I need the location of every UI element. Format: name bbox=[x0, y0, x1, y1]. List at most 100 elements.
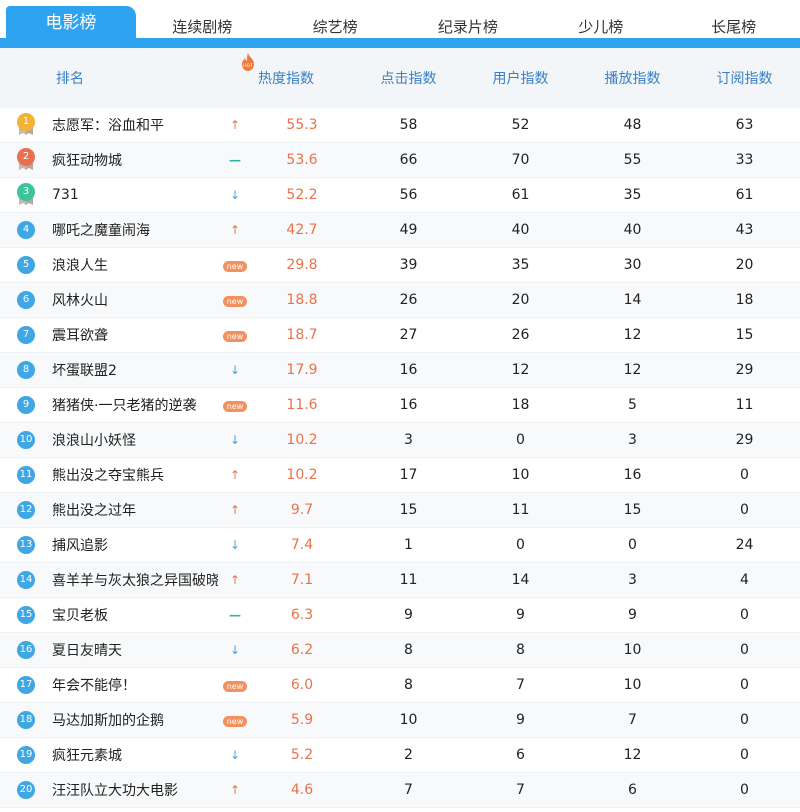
header-heat[interactable]: HOT 热度指数 bbox=[238, 53, 352, 88]
play-index: 15 bbox=[623, 502, 642, 518]
user-index: 14 bbox=[511, 572, 530, 588]
play-index: 16 bbox=[623, 467, 642, 483]
new-label: new bbox=[222, 331, 248, 342]
click-index: 27 bbox=[399, 327, 418, 343]
subscribe-index: 24 bbox=[735, 537, 754, 553]
title-link[interactable]: 年会不能停！ bbox=[52, 675, 218, 695]
tab-bar: 电影榜 连续剧榜 综艺榜 纪录片榜 少儿榜 长尾榜 bbox=[0, 0, 800, 48]
table-row[interactable]: 9 猪猪侠·一只老猪的逆袭 new 11.6 16 18 5 11 bbox=[0, 388, 800, 423]
table-row[interactable]: 4 哪吒之魔童闹海 ↑ 42.7 49 40 40 43 bbox=[0, 213, 800, 248]
title-link[interactable]: 汪汪队立大功大电影 bbox=[52, 780, 218, 800]
table-row[interactable]: 2 疯狂动物城 — 53.6 66 70 55 33 bbox=[0, 143, 800, 178]
user-index: 61 bbox=[511, 187, 530, 203]
subscribe-index: 0 bbox=[740, 642, 749, 658]
tab-2[interactable]: 综艺榜 bbox=[269, 10, 402, 40]
table-row[interactable]: 11 熊出没之夺宝熊兵 ↑ 10.2 17 10 16 0 bbox=[0, 458, 800, 493]
heat-index: 4.6 bbox=[290, 782, 314, 798]
click-index: 15 bbox=[399, 502, 418, 518]
user-index: 40 bbox=[511, 222, 530, 238]
rank-cell: 17 bbox=[0, 676, 52, 694]
title-link[interactable]: 宝贝老板 bbox=[52, 605, 218, 625]
table-row[interactable]: 6 风林火山 new 18.8 26 20 14 18 bbox=[0, 283, 800, 318]
table-row[interactable]: 16 夏日友晴天 ↓ 6.2 8 8 10 0 bbox=[0, 633, 800, 668]
rank-cell: 1 bbox=[0, 113, 52, 137]
heat-index: 9.7 bbox=[290, 502, 314, 518]
trend-down-icon: ↓ bbox=[229, 748, 241, 762]
title-link[interactable]: 震耳欲聋 bbox=[52, 325, 218, 345]
play-index: 6 bbox=[628, 782, 637, 798]
rank-badge: 20 bbox=[17, 781, 35, 799]
table-row[interactable]: 19 疯狂元素城 ↓ 5.2 2 6 12 0 bbox=[0, 738, 800, 773]
title-link[interactable]: 捕风追影 bbox=[52, 535, 218, 555]
subscribe-index: 0 bbox=[740, 782, 749, 798]
title-link[interactable]: 喜羊羊与灰太狼之异国破晓 bbox=[52, 570, 218, 590]
table-row[interactable]: 18 马达加斯加的企鹅 new 5.9 10 9 7 0 bbox=[0, 703, 800, 738]
tab-4[interactable]: 少儿榜 bbox=[534, 10, 667, 40]
tab-list: 电影榜 连续剧榜 综艺榜 纪录片榜 少儿榜 长尾榜 bbox=[0, 6, 800, 40]
title-link[interactable]: 疯狂动物城 bbox=[52, 150, 218, 170]
user-index: 70 bbox=[511, 152, 530, 168]
tab-3[interactable]: 纪录片榜 bbox=[402, 10, 535, 40]
tab-5[interactable]: 长尾榜 bbox=[667, 10, 800, 40]
tab-0[interactable]: 电影榜 bbox=[6, 6, 136, 40]
rank-badge: 16 bbox=[17, 641, 35, 659]
header-user[interactable]: 用户指数 bbox=[465, 68, 576, 88]
heat-index: 7.1 bbox=[290, 572, 314, 588]
trend-flat-icon: — bbox=[229, 608, 241, 622]
table-row[interactable]: 5 浪浪人生 new 29.8 39 35 30 20 bbox=[0, 248, 800, 283]
title-link[interactable]: 731 bbox=[52, 187, 218, 203]
rank-badge: 4 bbox=[17, 221, 35, 239]
play-index: 3 bbox=[628, 432, 637, 448]
table-row[interactable]: 10 浪浪山小妖怪 ↓ 10.2 3 0 3 29 bbox=[0, 423, 800, 458]
user-index: 7 bbox=[516, 677, 525, 693]
title-link[interactable]: 夏日友晴天 bbox=[52, 640, 218, 660]
user-index: 6 bbox=[516, 747, 525, 763]
heat-index: 17.9 bbox=[286, 362, 318, 378]
title-link[interactable]: 哪吒之魔童闹海 bbox=[52, 220, 218, 240]
title-link[interactable]: 浪浪人生 bbox=[52, 255, 218, 275]
table-row[interactable]: 17 年会不能停！ new 6.0 8 7 10 0 bbox=[0, 668, 800, 703]
table-row[interactable]: 3 731 ↓ 52.2 56 61 35 61 bbox=[0, 178, 800, 213]
heat-index: 11.6 bbox=[286, 397, 318, 413]
title-link[interactable]: 坏蛋联盟2 bbox=[52, 360, 218, 380]
table-row[interactable]: 15 宝贝老板 — 6.3 9 9 9 0 bbox=[0, 598, 800, 633]
table-row[interactable]: 14 喜羊羊与灰太狼之异国破晓 ↑ 7.1 11 14 3 4 bbox=[0, 563, 800, 598]
play-index: 35 bbox=[623, 187, 642, 203]
table-row[interactable]: 13 捕风追影 ↓ 7.4 1 0 0 24 bbox=[0, 528, 800, 563]
title-link[interactable]: 志愿军：浴血和平 bbox=[52, 115, 218, 135]
play-index: 0 bbox=[628, 537, 637, 553]
rank-badge: 6 bbox=[17, 291, 35, 309]
subscribe-index: 33 bbox=[735, 152, 754, 168]
header-play[interactable]: 播放指数 bbox=[576, 68, 689, 88]
user-index: 9 bbox=[516, 712, 525, 728]
title-link[interactable]: 风林火山 bbox=[52, 290, 218, 310]
title-link[interactable]: 熊出没之夺宝熊兵 bbox=[52, 465, 218, 485]
title-link[interactable]: 熊出没之过年 bbox=[52, 500, 218, 520]
play-index: 30 bbox=[623, 257, 642, 273]
table-row[interactable]: 20 汪汪队立大功大电影 ↑ 4.6 7 7 6 0 bbox=[0, 773, 800, 808]
header-subscribe[interactable]: 订阅指数 bbox=[689, 68, 800, 88]
title-link[interactable]: 疯狂元素城 bbox=[52, 745, 218, 765]
rank-cell: 13 bbox=[0, 536, 52, 554]
subscribe-index: 0 bbox=[740, 677, 749, 693]
title-link[interactable]: 马达加斯加的企鹅 bbox=[52, 710, 218, 730]
tab-1[interactable]: 连续剧榜 bbox=[136, 10, 269, 40]
table-row[interactable]: 12 熊出没之过年 ↑ 9.7 15 11 15 0 bbox=[0, 493, 800, 528]
table-row[interactable]: 1 志愿军：浴血和平 ↑ 55.3 58 52 48 63 bbox=[0, 108, 800, 143]
rank-cell: 2 bbox=[0, 148, 52, 172]
click-index: 2 bbox=[404, 747, 413, 763]
rank-badge: 5 bbox=[17, 256, 35, 274]
subscribe-index: 61 bbox=[735, 187, 754, 203]
title-link[interactable]: 浪浪山小妖怪 bbox=[52, 430, 218, 450]
header-rank[interactable]: 排名 bbox=[0, 68, 238, 88]
title-link[interactable]: 猪猪侠·一只老猪的逆袭 bbox=[52, 395, 218, 415]
play-index: 48 bbox=[623, 117, 642, 133]
table-row[interactable]: 8 坏蛋联盟2 ↓ 17.9 16 12 12 29 bbox=[0, 353, 800, 388]
svg-text:HOT: HOT bbox=[243, 63, 253, 69]
rank-badge: 10 bbox=[17, 431, 35, 449]
user-index: 12 bbox=[511, 362, 530, 378]
trend-flat-icon: — bbox=[229, 153, 241, 167]
header-click[interactable]: 点击指数 bbox=[352, 68, 465, 88]
new-label: new bbox=[222, 296, 248, 307]
table-row[interactable]: 7 震耳欲聋 new 18.7 27 26 12 15 bbox=[0, 318, 800, 353]
